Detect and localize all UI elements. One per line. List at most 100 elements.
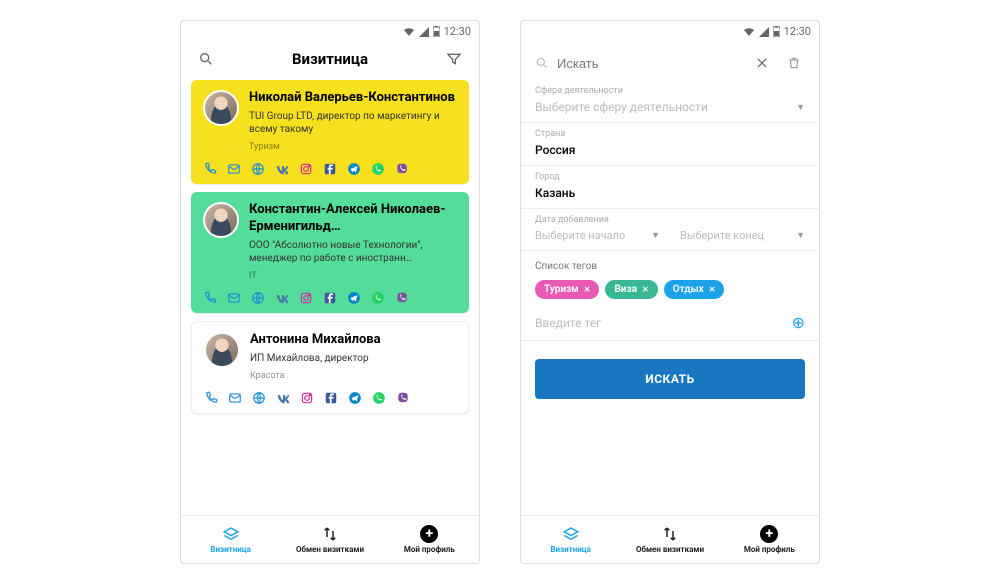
- contact-tag: IT: [249, 271, 457, 281]
- exchange-icon: [661, 525, 679, 543]
- nav-exchange[interactable]: Обмен визитками: [280, 516, 379, 563]
- tag-chip[interactable]: Туризм✕: [535, 280, 599, 299]
- vk-icon[interactable]: [275, 162, 289, 176]
- search-icon: [535, 56, 549, 70]
- search-input[interactable]: [557, 56, 741, 71]
- contact-tag: Красота: [250, 371, 456, 381]
- nav-label: Визитница: [550, 545, 591, 554]
- facebook-icon[interactable]: [324, 391, 338, 405]
- field-label: Страна: [535, 129, 805, 139]
- battery-icon: [773, 26, 780, 37]
- contact-card[interactable]: Николай Валерьев-Константинов TUI Group …: [191, 80, 469, 184]
- signal-icon: [419, 27, 429, 37]
- nav-cards[interactable]: Визитница: [181, 516, 280, 563]
- field-value: Россия: [535, 139, 805, 163]
- chip-remove-icon[interactable]: ✕: [709, 285, 716, 294]
- trash-icon[interactable]: [783, 52, 805, 74]
- whatsapp-icon[interactable]: [371, 162, 385, 176]
- facebook-icon[interactable]: [323, 162, 337, 176]
- tag-input-row[interactable]: Введите тег ⊕: [521, 305, 819, 341]
- mail-icon[interactable]: [228, 391, 242, 405]
- search-icon[interactable]: [195, 48, 217, 70]
- status-bar: 12:30: [181, 21, 479, 42]
- nav-cards[interactable]: Визитница: [521, 516, 620, 563]
- field-label: Сфера деятельности: [535, 86, 805, 96]
- field-value: Казань: [535, 182, 805, 206]
- nav-label: Мой профиль: [744, 545, 795, 554]
- phone-right: 12:30 Сфера деятельности Выберите сферу …: [520, 20, 820, 564]
- cards-icon: [562, 525, 580, 543]
- nav-label: Визитница: [210, 545, 251, 554]
- app-header: Визитница: [181, 42, 479, 80]
- signal-icon: [759, 27, 769, 37]
- mail-icon[interactable]: [227, 291, 241, 305]
- tag-input-placeholder: Введите тег: [535, 316, 601, 330]
- contact-subtitle: ООО "Абсолютно новые Технологии", менедж…: [249, 239, 457, 265]
- phone-icon[interactable]: [204, 391, 218, 405]
- facebook-icon[interactable]: [323, 291, 337, 305]
- instagram-icon[interactable]: [300, 391, 314, 405]
- telegram-icon[interactable]: [347, 162, 361, 176]
- field-sphere[interactable]: Сфера деятельности Выберите сферу деятел…: [521, 80, 819, 123]
- search-button[interactable]: ИСКАТЬ: [535, 359, 805, 399]
- close-icon[interactable]: [751, 52, 773, 74]
- plus-icon: +: [760, 525, 778, 543]
- chip-remove-icon[interactable]: ✕: [584, 285, 591, 294]
- vk-icon[interactable]: [275, 291, 289, 305]
- nav-label: Обмен визитками: [296, 545, 364, 554]
- field-country[interactable]: Страна Россия: [521, 123, 819, 166]
- chip-remove-icon[interactable]: ✕: [642, 285, 649, 294]
- nav-exchange[interactable]: Обмен визитками: [620, 516, 719, 563]
- field-date: Дата добавления Выберите начало▼ Выберит…: [521, 209, 819, 250]
- plus-icon: +: [420, 525, 438, 543]
- phone-icon[interactable]: [203, 291, 217, 305]
- tag-chip[interactable]: Виза✕: [605, 280, 657, 299]
- contact-card[interactable]: Антонина Михайлова ИП Михайлова, директо…: [191, 321, 469, 414]
- instagram-icon[interactable]: [299, 162, 313, 176]
- viber-icon[interactable]: [396, 391, 410, 405]
- wifi-icon: [743, 27, 755, 37]
- contact-subtitle: TUI Group LTD, директор по маркетингу и …: [249, 110, 457, 136]
- exchange-icon: [321, 525, 339, 543]
- avatar: [203, 202, 239, 238]
- contact-card[interactable]: Константин-Алексей Николаев-Ерменигильд……: [191, 192, 469, 313]
- nav-profile[interactable]: + Мой профиль: [380, 516, 479, 563]
- instagram-icon[interactable]: [299, 291, 313, 305]
- chevron-down-icon: ▼: [796, 230, 805, 241]
- contact-action-row: [204, 391, 456, 405]
- avatar: [204, 332, 240, 368]
- date-start-select[interactable]: Выберите начало▼: [535, 225, 660, 248]
- contact-action-row: [203, 291, 457, 305]
- contact-tag: Туризм: [249, 142, 457, 152]
- wifi-icon: [403, 27, 415, 37]
- status-time: 12:30: [784, 25, 811, 38]
- field-label: Город: [535, 172, 805, 182]
- globe-icon[interactable]: [252, 391, 266, 405]
- field-city[interactable]: Город Казань: [521, 166, 819, 209]
- contact-name: Антонина Михайлова: [250, 332, 456, 348]
- card-list: Николай Валерьев-Константинов TUI Group …: [181, 80, 479, 515]
- nav-profile[interactable]: + Мой профиль: [720, 516, 819, 563]
- phone-left: 12:30 Визитница Николай Валерьев-Констан…: [180, 20, 480, 564]
- whatsapp-icon[interactable]: [372, 391, 386, 405]
- globe-icon[interactable]: [251, 291, 265, 305]
- contact-action-row: [203, 162, 457, 176]
- page-title: Визитница: [292, 50, 368, 68]
- telegram-icon[interactable]: [348, 391, 362, 405]
- telegram-icon[interactable]: [347, 291, 361, 305]
- viber-icon[interactable]: [395, 291, 409, 305]
- search-header: [521, 42, 819, 80]
- mail-icon[interactable]: [227, 162, 241, 176]
- chevron-down-icon: ▼: [651, 230, 660, 241]
- viber-icon[interactable]: [395, 162, 409, 176]
- whatsapp-icon[interactable]: [371, 291, 385, 305]
- date-end-select[interactable]: Выберите конец▼: [680, 225, 805, 248]
- nav-label: Обмен визитками: [636, 545, 704, 554]
- filter-icon[interactable]: [443, 48, 465, 70]
- tag-chip[interactable]: Отдых✕: [664, 280, 725, 299]
- globe-icon[interactable]: [251, 162, 265, 176]
- phone-icon[interactable]: [203, 162, 217, 176]
- battery-icon: [433, 26, 440, 37]
- vk-icon[interactable]: [276, 391, 290, 405]
- add-tag-icon[interactable]: ⊕: [792, 313, 805, 332]
